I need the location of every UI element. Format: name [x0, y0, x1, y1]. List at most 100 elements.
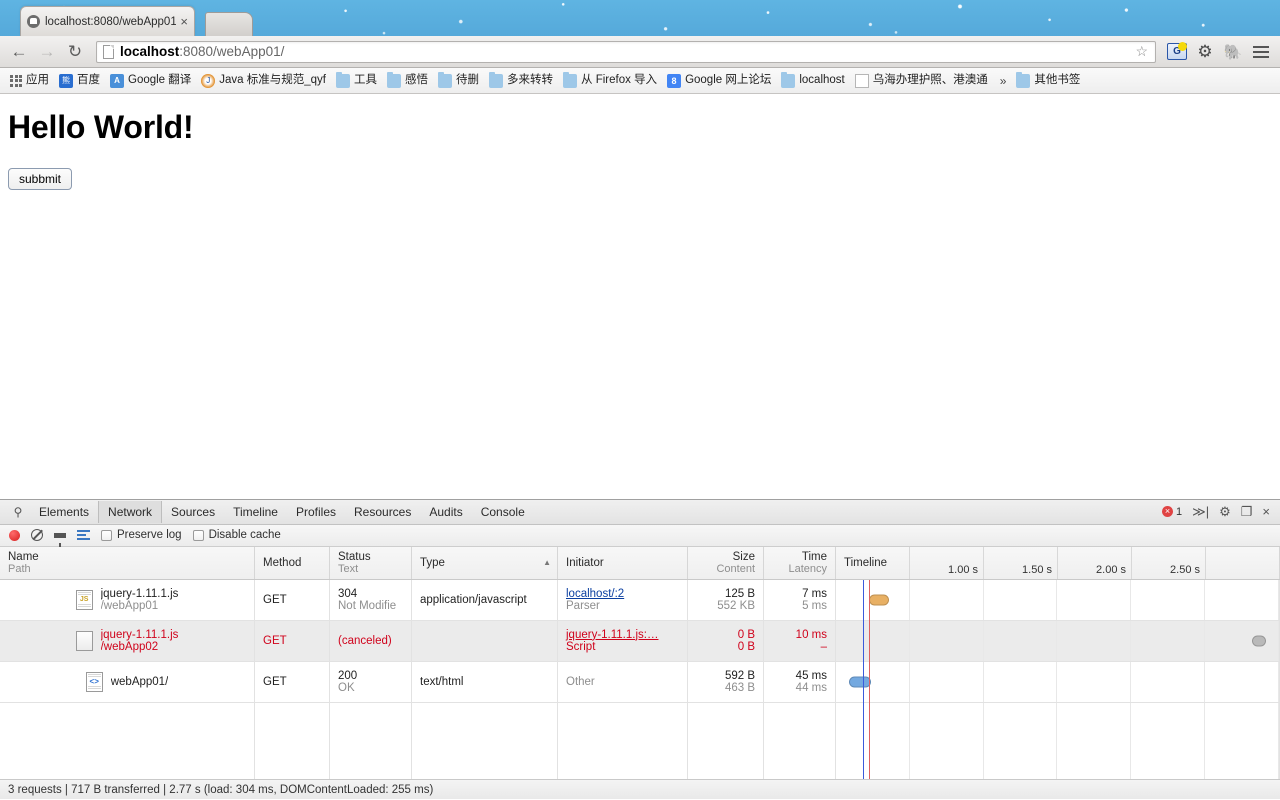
close-devtools-icon[interactable]: × — [1262, 504, 1270, 519]
bookmark-apps[interactable]: 应用 — [6, 73, 55, 89]
error-count-badge[interactable]: × 1 — [1161, 506, 1182, 518]
cell-timeline — [836, 579, 1280, 620]
column-header-size[interactable]: Size Content — [688, 546, 764, 579]
initiator-link[interactable]: jquery-1.11.1.js:… — [566, 629, 679, 641]
bookmark-label: 多来转转 — [507, 73, 554, 86]
console-drawer-icon[interactable]: ≫| — [1192, 504, 1209, 520]
waterfall-bar — [869, 594, 890, 606]
page-heading: Hello World! — [8, 109, 194, 145]
disable-cache-label: Disable cache — [208, 529, 281, 542]
tab-console[interactable]: Console — [472, 501, 534, 523]
tab-network[interactable]: Network — [98, 500, 163, 523]
evernote-icon[interactable]: 🐘 — [1220, 39, 1246, 65]
dock-side-icon[interactable]: ❐ — [1241, 504, 1253, 520]
tab-resources[interactable]: Resources — [345, 501, 420, 523]
timeline-tick-label: 1.50 s — [1022, 563, 1052, 576]
table-row[interactable]: jquery-1.11.1.js /webApp02 GET (canceled… — [0, 620, 1280, 662]
column-header-method[interactable]: Method — [255, 546, 330, 579]
preserve-log-checkbox[interactable]: Preserve log — [101, 529, 182, 541]
tab-close-icon[interactable]: × — [176, 14, 188, 29]
folder-icon — [336, 71, 351, 88]
bookmark-label: 应用 — [26, 73, 49, 86]
bookmark-localhost-folder[interactable]: localhost — [777, 71, 850, 90]
bookmark-label: 从 Firefox 导入 — [581, 73, 658, 86]
column-title: Type — [420, 556, 445, 569]
checkbox-box — [101, 529, 112, 541]
tab-sources[interactable]: Sources — [162, 501, 224, 523]
cell-type — [412, 620, 558, 661]
sort-ascending-icon: ▲ — [543, 557, 551, 567]
search-icon[interactable]: ⚲ — [6, 505, 30, 519]
tab-timeline[interactable]: Timeline — [224, 501, 287, 523]
bookmark-tools-folder[interactable]: 工具 — [332, 71, 383, 90]
go-extension-icon[interactable]: G — [1164, 39, 1190, 65]
baidu-icon: 熊 — [59, 73, 73, 88]
timeline-tick-label: 1.00 s — [948, 563, 978, 576]
table-row[interactable]: <> webApp01/ GET 200 OK text/html Other … — [0, 661, 1280, 703]
size-content: 0 B — [737, 640, 755, 653]
go-extension-glyph: G — [1167, 42, 1187, 60]
bookmark-firefox-import-folder[interactable]: 从 Firefox 导入 — [559, 71, 663, 90]
gear-icon[interactable]: ⚙ — [1192, 39, 1218, 65]
bookmark-passport-doc[interactable]: 乌海办理护照、港澳通 — [851, 72, 994, 90]
bookmarks-overflow-icon[interactable]: » — [994, 74, 1013, 88]
size-transferred: 125 B — [724, 587, 755, 600]
column-header-initiator[interactable]: Initiator — [558, 546, 688, 579]
bookmark-star-icon[interactable]: ☆ — [1135, 43, 1151, 60]
column-header-status[interactable]: Status Text — [330, 546, 412, 579]
clear-button[interactable] — [31, 529, 43, 542]
initiator-type: Script — [566, 640, 596, 653]
back-button[interactable]: ← — [6, 39, 32, 65]
size-transferred: 0 B — [737, 628, 755, 641]
js-file-icon: JS — [75, 589, 93, 610]
address-bar[interactable]: localhost:8080/webApp01/ ☆ — [96, 40, 1156, 63]
bookmark-label: Google 网上论坛 — [685, 73, 772, 86]
cell-status: (canceled) — [330, 620, 412, 661]
bookmark-baidu[interactable]: 熊 百度 — [55, 72, 106, 90]
reload-button[interactable]: ↻ — [62, 39, 88, 65]
bookmark-google-groups[interactable]: 8 Google 网上论坛 — [663, 72, 777, 90]
time-total: 10 ms — [795, 628, 827, 641]
column-header-name[interactable]: Name Path — [0, 546, 255, 579]
column-subtitle: Latency — [788, 562, 827, 575]
network-status-bar: 3 requests | 717 B transferred | 2.77 s … — [0, 779, 1280, 799]
folder-icon — [387, 71, 402, 88]
disable-cache-checkbox[interactable]: Disable cache — [192, 529, 281, 542]
bookmark-java-spec[interactable]: J Java 标准与规范_qyf — [197, 72, 332, 90]
grouping-icon[interactable] — [77, 530, 90, 541]
bookmark-other-bookmarks[interactable]: 其他书签 — [1012, 71, 1086, 90]
bookmark-google-translate[interactable]: A Google 翻译 — [106, 72, 197, 90]
devtools-panel: ⚲ Elements Network Sources Timeline Prof… — [0, 499, 1280, 799]
timeline-ruler: 1.00 s 1.50 s 2.00 s 2.50 s — [836, 546, 1279, 579]
column-header-time[interactable]: Time Latency — [764, 546, 836, 579]
tab-audits[interactable]: Audits — [420, 501, 471, 523]
status-text: OK — [338, 681, 355, 694]
tab-profiles[interactable]: Profiles — [287, 501, 345, 523]
timeline-gridlines — [836, 620, 1279, 661]
waterfall-bar — [1252, 635, 1266, 647]
bookmark-duolaizhuanzhuan-folder[interactable]: 多来转转 — [485, 71, 559, 90]
cell-size: 592 B 463 B — [688, 661, 764, 702]
browser-tab[interactable]: localhost:8080/webApp01 × — [20, 6, 195, 36]
subbmit-button[interactable]: subbmit — [8, 168, 73, 191]
column-header-type[interactable]: Type ▲ — [412, 546, 558, 579]
forward-button[interactable]: → — [34, 39, 60, 65]
time-total: 7 ms — [802, 587, 827, 600]
tab-elements[interactable]: Elements — [30, 501, 98, 523]
network-rows: JS jquery-1.11.1.js /webApp01 GET 304 No… — [0, 579, 1280, 780]
record-button[interactable] — [9, 529, 20, 541]
request-path: /webApp02 — [100, 640, 159, 653]
devtools-settings-icon[interactable]: ⚙ — [1219, 504, 1231, 520]
bookmark-insight-folder[interactable]: 感悟 — [383, 71, 434, 90]
new-tab-button[interactable] — [205, 12, 253, 36]
cell-method: GET — [255, 661, 330, 702]
filter-icon[interactable] — [54, 532, 66, 549]
folder-icon — [1016, 71, 1031, 88]
chrome-menu-icon[interactable] — [1248, 39, 1274, 65]
initiator-link[interactable]: localhost/:2 — [566, 588, 679, 600]
column-header-timeline[interactable]: 1.00 s 1.50 s 2.00 s 2.50 s Timeline — [836, 546, 1280, 579]
table-row[interactable]: JS jquery-1.11.1.js /webApp01 GET 304 No… — [0, 579, 1280, 621]
bookmark-todelete-folder[interactable]: 待删 — [434, 71, 485, 90]
bookmark-label: 其他书签 — [1034, 73, 1081, 86]
size-transferred: 592 B — [724, 669, 755, 682]
